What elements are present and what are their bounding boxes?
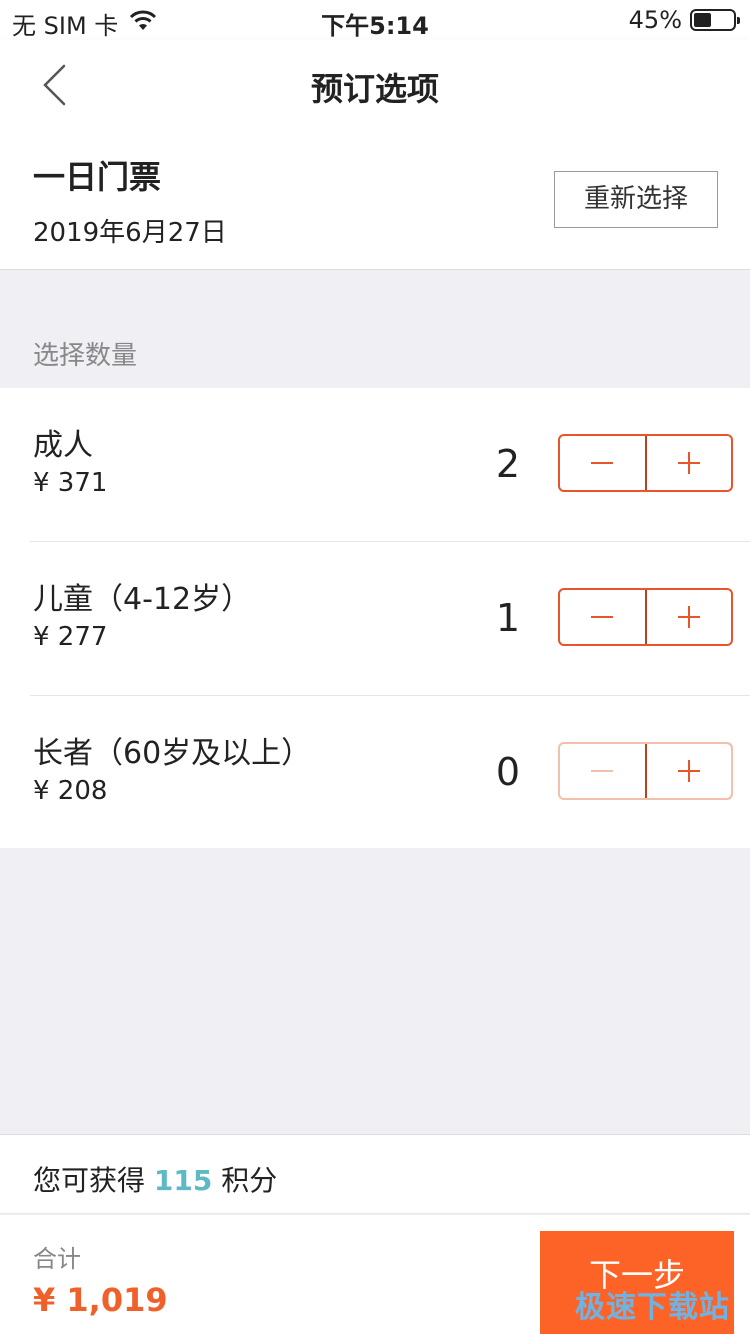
- ticket-type-price: ¥ 208: [33, 776, 108, 806]
- quantity-row-adult: 成人 ¥ 371 2: [0, 388, 750, 542]
- plus-icon: [677, 452, 700, 474]
- minus-icon: [591, 770, 614, 772]
- ticket-type-name: 儿童（4-12岁）: [33, 582, 252, 617]
- increment-button[interactable]: [644, 436, 732, 490]
- quantity-stepper: [558, 434, 733, 492]
- quantity-list: 成人 ¥ 371 2 儿童（4-12岁） ¥ 277 1 长者（60岁及以上）: [0, 388, 750, 848]
- minus-icon: [591, 462, 614, 464]
- battery-percent: 45%: [628, 6, 682, 34]
- quantity-stepper: [558, 588, 733, 646]
- points-text: 您可获得 115 积分: [33, 1159, 277, 1199]
- ticket-type-name: 长者（60岁及以上）: [33, 736, 312, 771]
- battery-level: [694, 13, 711, 27]
- quantity-count: 2: [495, 442, 521, 486]
- ticket-name: 一日门票: [33, 158, 162, 196]
- decrement-button[interactable]: [560, 590, 645, 644]
- quantity-row-senior: 长者（60岁及以上） ¥ 208 0: [0, 696, 750, 850]
- points-value: 115: [153, 1164, 213, 1197]
- ticket-date: 2019年6月27日: [33, 218, 227, 248]
- ticket-type-price: ¥ 277: [33, 622, 108, 652]
- minus-icon: [591, 616, 614, 618]
- section-label: 选择数量: [33, 341, 138, 371]
- status-bar: 无 SIM 卡 下午5:14 45%: [0, 0, 750, 40]
- reselect-button[interactable]: 重新选择: [554, 171, 718, 228]
- quantity-stepper: [558, 742, 733, 800]
- plus-icon: [677, 760, 700, 782]
- watermark: 极速下载站: [575, 1290, 730, 1325]
- quantity-count: 1: [495, 596, 521, 640]
- quantity-count: 0: [495, 750, 521, 794]
- quantity-row-child: 儿童（4-12岁） ¥ 277 1: [0, 542, 750, 696]
- total-amount: ¥ 1,019: [33, 1281, 168, 1319]
- ticket-card: 一日门票 2019年6月27日 重新选择: [0, 128, 750, 270]
- decrement-button[interactable]: [560, 436, 645, 490]
- battery-icon: [690, 9, 740, 31]
- footer: 合计 ¥ 1,019 下一步 极速下载站: [0, 1215, 750, 1334]
- nav-bar: 预订选项: [0, 40, 750, 128]
- total-label: 合计: [33, 1245, 81, 1273]
- increment-button[interactable]: [644, 590, 732, 644]
- points-prefix: 您可获得: [33, 1164, 146, 1197]
- points-bar: 您可获得 115 积分: [0, 1134, 750, 1214]
- plus-icon: [677, 606, 700, 628]
- decrement-button[interactable]: [560, 744, 645, 798]
- page-title: 预订选项: [310, 70, 439, 108]
- points-suffix: 积分: [221, 1164, 278, 1197]
- ticket-type-name: 成人: [33, 428, 93, 463]
- increment-button[interactable]: [644, 744, 731, 798]
- ticket-type-price: ¥ 371: [33, 468, 108, 498]
